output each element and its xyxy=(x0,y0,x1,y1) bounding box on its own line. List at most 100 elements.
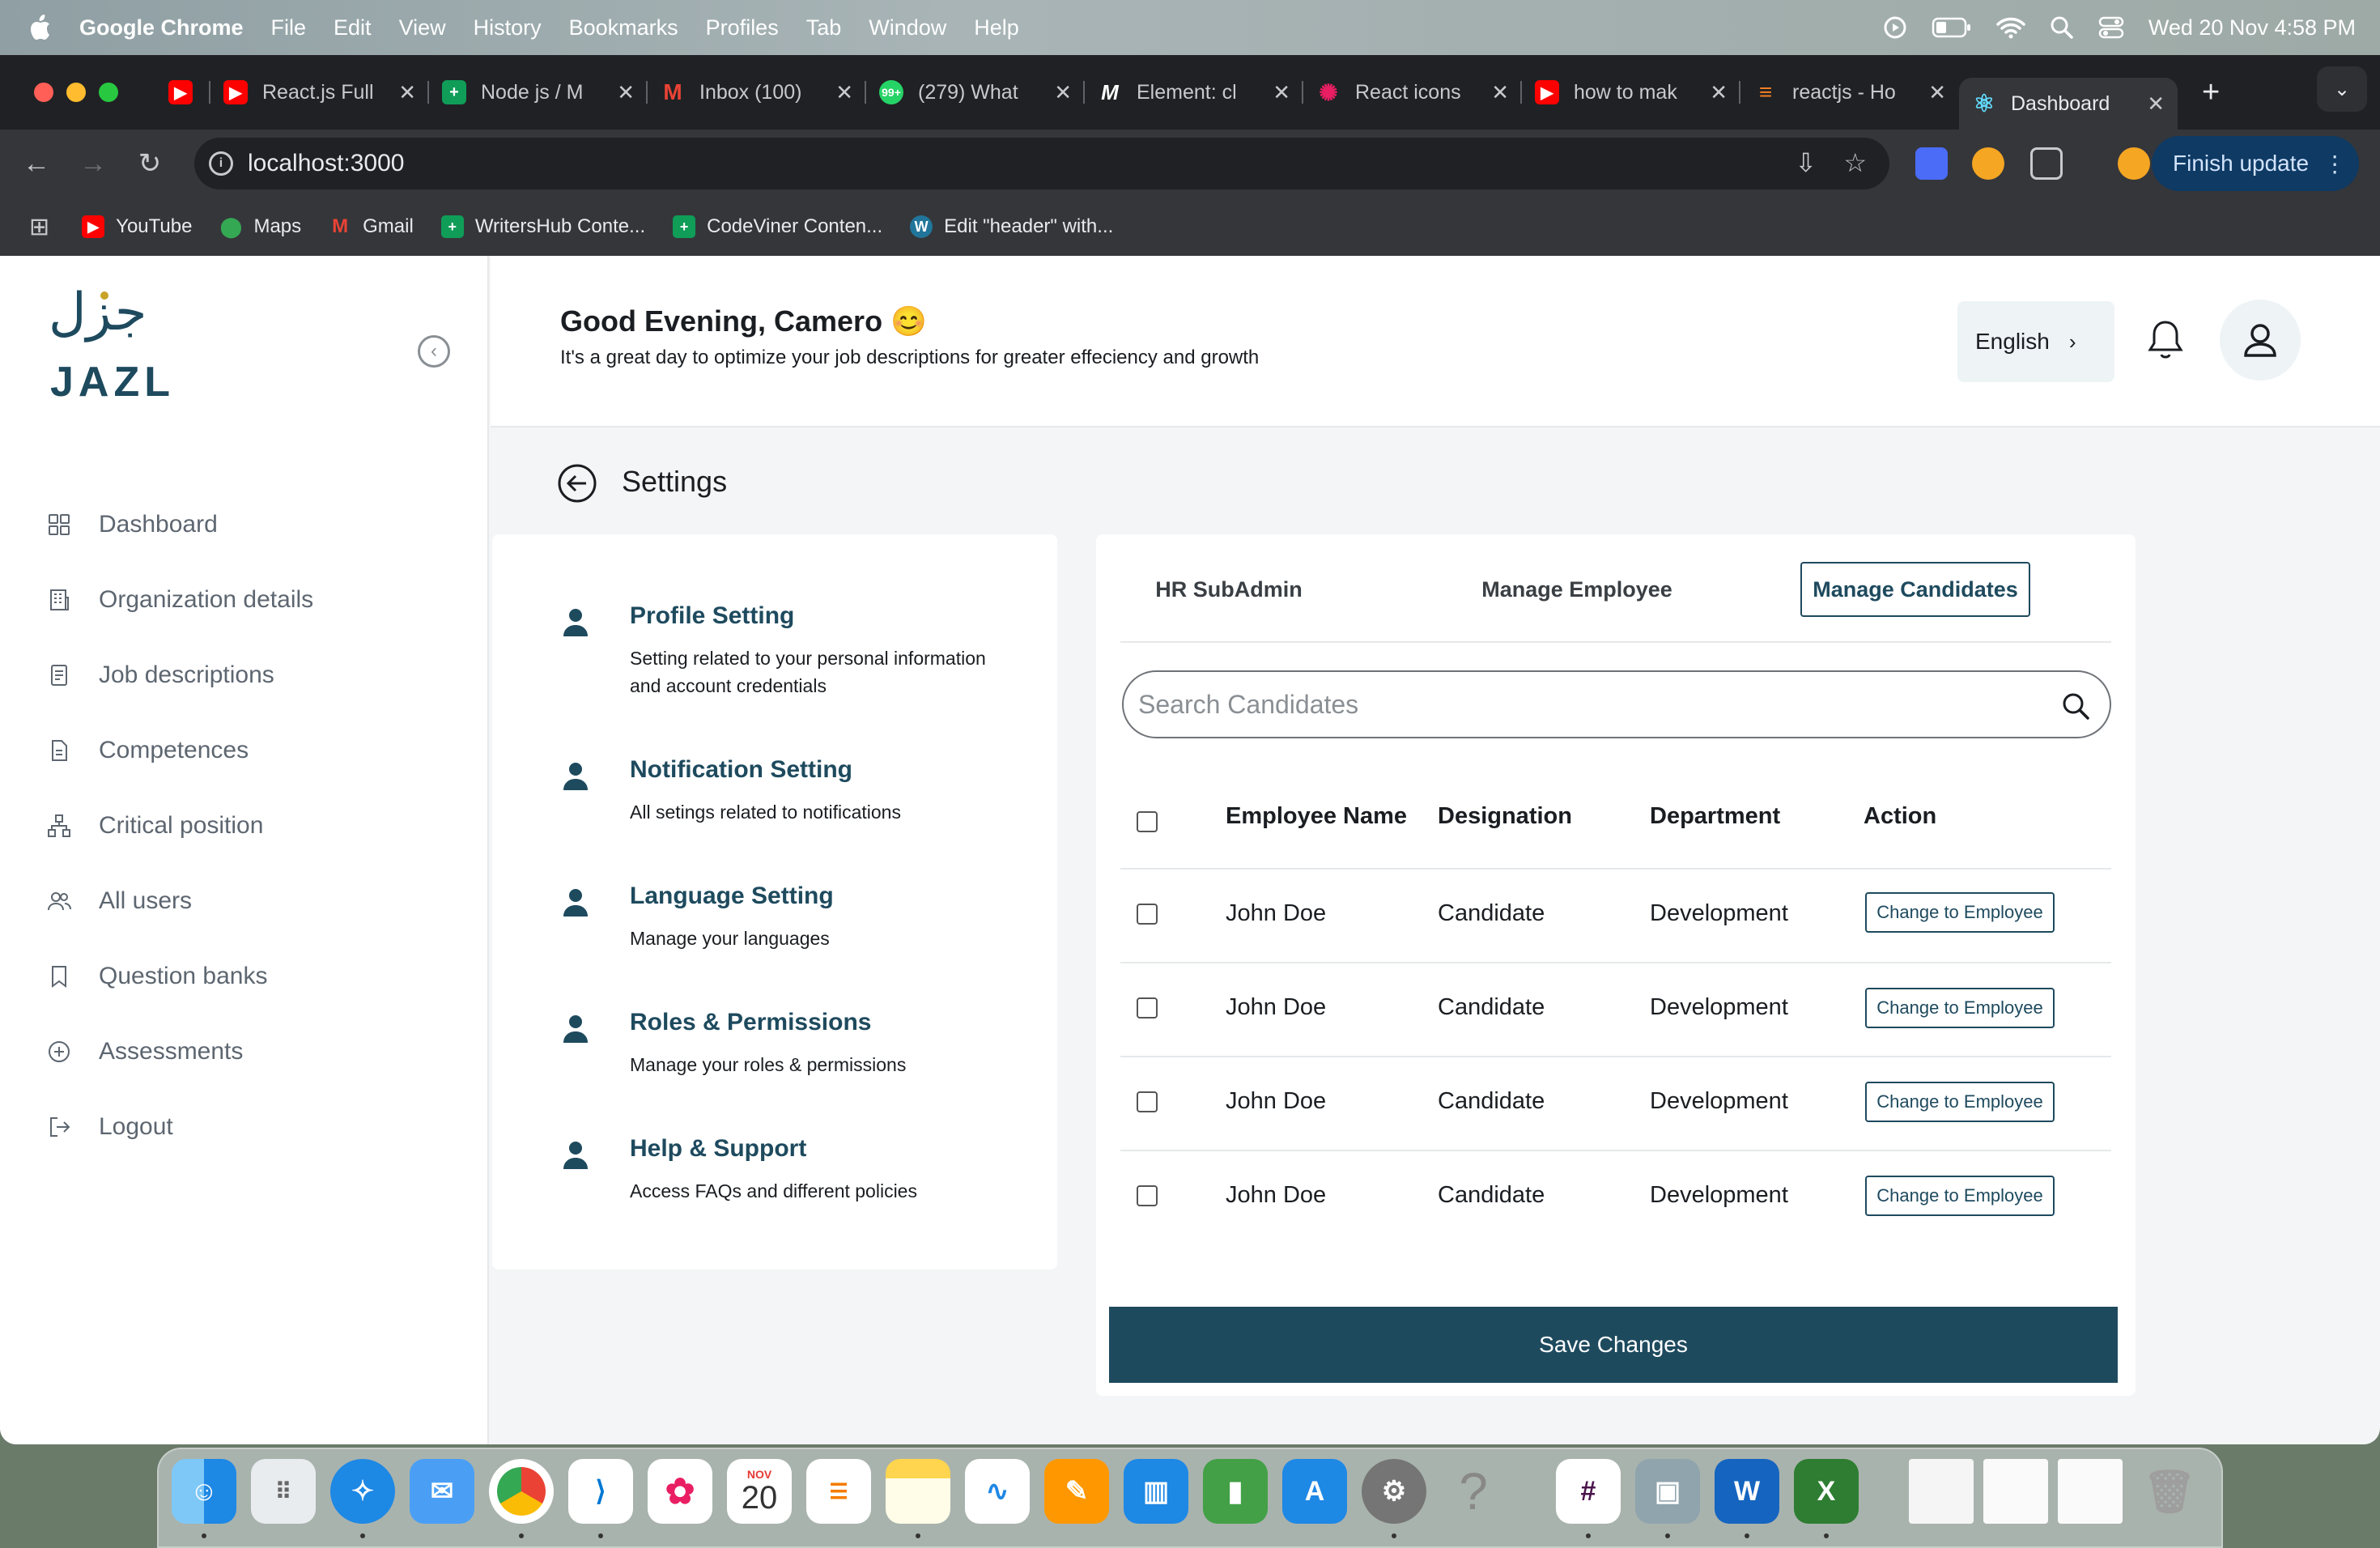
zoom-window-button[interactable] xyxy=(99,83,118,102)
browser-tab[interactable]: M Inbox (100) ✕ xyxy=(648,66,866,118)
numbers-icon[interactable]: ▮ xyxy=(1203,1459,1268,1524)
freeform-icon[interactable]: ∿ xyxy=(965,1459,1030,1524)
back-icon[interactable]: ← xyxy=(8,148,65,180)
sidebar-item-logout[interactable]: Logout xyxy=(47,1103,173,1151)
apps-grid-icon[interactable]: ⊞ xyxy=(29,213,49,241)
screenshot-icon[interactable] xyxy=(2058,1459,2123,1524)
spotlight-icon[interactable] xyxy=(2050,15,2074,40)
change-to-employee-button[interactable]: Change to Employee xyxy=(1865,1082,2055,1122)
keynote-icon[interactable]: ▥ xyxy=(1124,1459,1188,1524)
control-center-icon[interactable] xyxy=(2098,15,2124,40)
finder-icon[interactable]: ☺ xyxy=(172,1459,236,1524)
browser-tab[interactable]: ▶ React.js Full ✕ xyxy=(210,66,429,118)
change-to-employee-button[interactable]: Change to Employee xyxy=(1865,988,2055,1028)
back-arrow-icon[interactable] xyxy=(557,463,597,504)
bookmark-wordpress[interactable]: W Edit "header" with... xyxy=(910,215,1113,238)
address-bar[interactable]: i localhost:3000 ⇩ ☆ xyxy=(194,138,1889,189)
bookmark-gmail[interactable]: M Gmail xyxy=(329,215,414,238)
tab-search-button[interactable]: ⌄ xyxy=(2317,66,2367,112)
url-text[interactable]: localhost:3000 xyxy=(248,150,404,177)
extension-icon[interactable] xyxy=(1915,147,1948,180)
save-changes-button[interactable]: Save Changes xyxy=(1109,1307,2118,1383)
photos-icon[interactable]: ✿ xyxy=(648,1459,712,1524)
menubar-datetime[interactable]: Wed 20 Nov 4:58 PM xyxy=(2148,15,2356,40)
minimize-window-button[interactable] xyxy=(66,83,86,102)
menu-bookmarks[interactable]: Bookmarks xyxy=(569,15,678,40)
close-tab-icon[interactable]: ✕ xyxy=(1054,80,1072,105)
browser-tab[interactable]: M Element: cl ✕ xyxy=(1085,66,1303,118)
trash-icon[interactable]: 🗑 xyxy=(2137,1459,2202,1524)
app-store-icon[interactable]: A xyxy=(1282,1459,1347,1524)
document-icon[interactable] xyxy=(1909,1459,1974,1524)
close-tab-icon[interactable]: ✕ xyxy=(1273,80,1290,105)
sidebar-item-organization-details[interactable]: Organization details xyxy=(47,576,313,624)
menu-profiles[interactable]: Profiles xyxy=(706,15,779,40)
browser-tab[interactable]: ▶ xyxy=(155,66,210,118)
close-tab-icon[interactable]: ✕ xyxy=(2147,91,2165,117)
browser-tab[interactable]: ✺ React icons ✕ xyxy=(1303,66,1522,118)
browser-tab[interactable]: 99+ (279) What ✕ xyxy=(866,66,1085,118)
bookmark-writershub[interactable]: + WritersHub Conte... xyxy=(440,215,645,238)
profile-icon[interactable] xyxy=(2118,147,2150,180)
search-icon[interactable] xyxy=(2059,690,2092,722)
browser-tab[interactable]: + Node js / M ✕ xyxy=(429,66,648,118)
slack-icon[interactable]: # xyxy=(1556,1459,1621,1524)
browser-tab[interactable]: ≡ reactjs - Ho ✕ xyxy=(1740,66,1959,118)
bookmark-star-icon[interactable]: ☆ xyxy=(1843,147,1867,178)
close-tab-icon[interactable]: ✕ xyxy=(1928,80,1946,105)
new-tab-button[interactable]: + xyxy=(2202,75,2220,110)
word-icon[interactable]: W xyxy=(1715,1459,1779,1524)
close-tab-icon[interactable]: ✕ xyxy=(1710,80,1728,105)
select-all-checkbox[interactable] xyxy=(1137,811,1158,832)
extensions-puzzle-icon[interactable] xyxy=(2030,147,2063,180)
chrome-icon[interactable] xyxy=(489,1459,554,1524)
screen-record-icon[interactable] xyxy=(1883,15,1907,40)
excel-icon[interactable]: X xyxy=(1794,1459,1859,1524)
reload-icon[interactable]: ↻ xyxy=(121,147,178,180)
finish-update-button[interactable]: Finish update ⋮ xyxy=(2152,136,2359,191)
collapse-sidebar-button[interactable]: ‹ xyxy=(418,335,450,368)
search-input[interactable] xyxy=(1138,689,2029,720)
menu-history[interactable]: History xyxy=(474,15,542,40)
row-checkbox[interactable] xyxy=(1137,1091,1158,1112)
bell-icon[interactable] xyxy=(2145,317,2186,363)
close-tab-icon[interactable]: ✕ xyxy=(617,80,635,105)
tab-manage-employee[interactable]: Manage Employee xyxy=(1464,562,1690,617)
battery-icon[interactable] xyxy=(1932,17,1972,38)
vscode-icon[interactable]: ⟩ xyxy=(568,1459,633,1524)
bookmark-youtube[interactable]: ▶ YouTube xyxy=(82,215,192,238)
bookmark-maps[interactable]: ⬤ Maps xyxy=(219,215,301,238)
row-checkbox[interactable] xyxy=(1137,1185,1158,1206)
launchpad-icon[interactable]: ⠿ xyxy=(251,1459,316,1524)
tab-hr-subadmin[interactable]: HR SubAdmin xyxy=(1140,562,1318,617)
screenshot-icon[interactable] xyxy=(1983,1459,2048,1524)
forward-icon[interactable]: → xyxy=(65,148,121,180)
install-app-icon[interactable]: ⇩ xyxy=(1795,147,1817,178)
bookmark-codeviner[interactable]: + CodeViner Conten... xyxy=(673,215,882,238)
safari-icon[interactable]: ✧ xyxy=(330,1459,395,1524)
language-selector[interactable]: English › xyxy=(1957,301,2114,382)
row-checkbox[interactable] xyxy=(1137,997,1158,1019)
user-avatar[interactable] xyxy=(2220,300,2301,381)
sidebar-item-all-users[interactable]: All users xyxy=(47,877,192,925)
browser-tab[interactable]: ▶ how to mak ✕ xyxy=(1522,66,1740,118)
menu-window[interactable]: Window xyxy=(869,15,946,40)
menu-file[interactable]: File xyxy=(271,15,307,40)
sidebar-item-question-banks[interactable]: Question banks xyxy=(47,952,267,1001)
change-to-employee-button[interactable]: Change to Employee xyxy=(1865,1176,2055,1216)
tab-manage-candidates[interactable]: Manage Candidates xyxy=(1800,562,2030,617)
system-settings-icon[interactable]: ⚙ xyxy=(1362,1459,1426,1524)
change-to-employee-button[interactable]: Change to Employee xyxy=(1865,892,2055,933)
sidebar-item-dashboard[interactable]: Dashboard xyxy=(47,500,218,549)
close-tab-icon[interactable]: ✕ xyxy=(1491,80,1509,105)
browser-tab-active[interactable]: ⚛ Dashboard ✕ xyxy=(1959,78,2178,130)
menu-edit[interactable]: Edit xyxy=(334,15,372,40)
help-icon[interactable]: ? xyxy=(1441,1459,1506,1524)
sidebar-item-critical-position[interactable]: Critical position xyxy=(47,802,263,850)
mail-icon[interactable]: ✉ xyxy=(410,1459,474,1524)
close-window-button[interactable] xyxy=(34,83,53,102)
close-tab-icon[interactable]: ✕ xyxy=(835,80,853,105)
preview-icon[interactable]: ▣ xyxy=(1635,1459,1700,1524)
menu-tab[interactable]: Tab xyxy=(806,15,842,40)
sidebar-item-job-descriptions[interactable]: Job descriptions xyxy=(47,651,274,700)
